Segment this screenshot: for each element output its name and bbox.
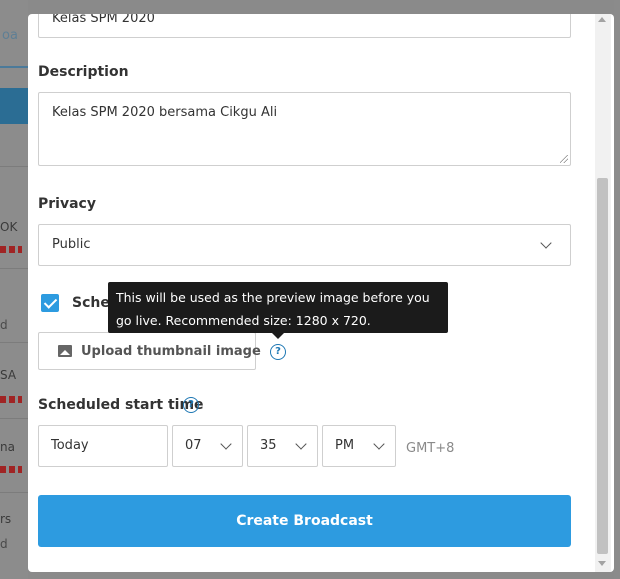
create-broadcast-modal: Kelas SPM 2020 Description Kelas SPM 202… [28, 14, 614, 572]
background-row-text: na [0, 440, 15, 454]
thumbnail-tooltip: This will be used as the preview image b… [108, 282, 448, 333]
chevron-down-icon [373, 438, 385, 450]
background-divider [0, 166, 28, 167]
upload-thumbnail-button[interactable]: Upload thumbnail image [38, 332, 261, 370]
scrollbar-thumb[interactable] [597, 178, 608, 554]
title-input[interactable]: Kelas SPM 2020 [38, 14, 571, 38]
scroll-up-arrow-icon[interactable] [598, 17, 606, 22]
background-divider [0, 418, 28, 419]
description-textarea[interactable]: Kelas SPM 2020 bersama Cikgu Ali [38, 92, 571, 166]
background-divider [0, 268, 28, 269]
image-icon [58, 345, 72, 357]
privacy-select[interactable]: Public [38, 224, 571, 266]
background-page: oa OK d SA na rs d [0, 0, 28, 579]
schedule-checkbox[interactable] [41, 294, 59, 312]
start-time-label: Scheduled start time [38, 397, 204, 413]
ampm-value: PM [335, 438, 355, 453]
upload-thumbnail-label: Upload thumbnail image [81, 344, 261, 359]
tooltip-arrow [272, 333, 284, 339]
minute-select[interactable]: 35 [247, 425, 318, 467]
background-row-indicator [0, 246, 22, 253]
date-value: Today [51, 438, 89, 453]
description-label: Description [38, 64, 129, 80]
background-row-text: d [0, 537, 8, 551]
background-row-indicator [0, 466, 22, 473]
description-value: Kelas SPM 2020 bersama Cikgu Ali [52, 105, 278, 120]
background-row-text: rs [0, 512, 12, 526]
chevron-down-icon [220, 438, 232, 450]
background-tab: oa [0, 28, 28, 68]
chevron-down-icon [295, 438, 307, 450]
background-right-edge [614, 0, 620, 579]
hour-select[interactable]: 07 [172, 425, 243, 467]
background-button [0, 88, 28, 124]
background-row-text: SA [0, 368, 17, 382]
background-row-text: OK [0, 220, 18, 234]
scroll-down-arrow-icon[interactable] [598, 561, 606, 566]
privacy-selected-value: Public [52, 237, 91, 252]
thumbnail-help-icon[interactable]: ? [270, 344, 286, 360]
background-row-text: d [0, 318, 8, 332]
privacy-label: Privacy [38, 196, 96, 212]
background-row-indicator [0, 396, 22, 403]
minute-value: 35 [260, 438, 277, 453]
resize-handle-icon[interactable] [560, 155, 568, 163]
background-divider [0, 342, 28, 343]
create-broadcast-button[interactable]: Create Broadcast [38, 495, 571, 547]
chevron-down-icon [540, 237, 552, 249]
date-select[interactable]: Today [38, 425, 168, 467]
background-divider [0, 492, 28, 493]
start-time-help-icon[interactable]: ? [183, 397, 199, 413]
timezone-label: GMT+8 [406, 441, 455, 456]
hour-value: 07 [185, 438, 202, 453]
ampm-select[interactable]: PM [322, 425, 396, 467]
